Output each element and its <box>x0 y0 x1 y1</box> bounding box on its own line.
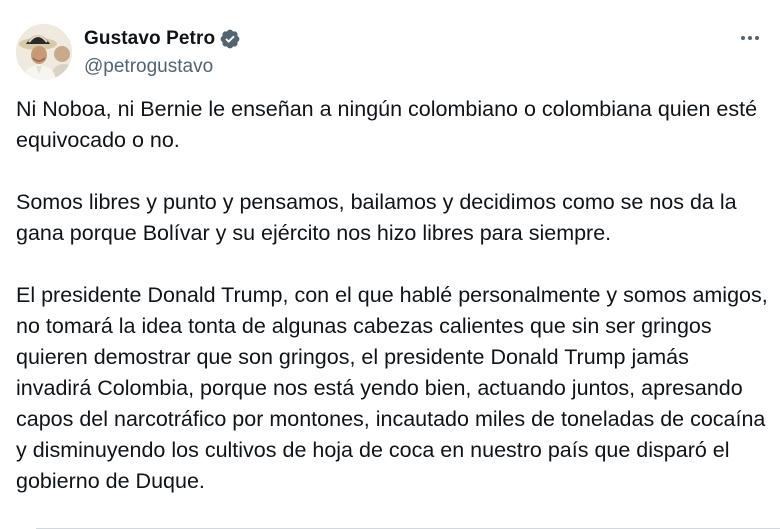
author-block: Gustavo Petro @petrogustavo <box>84 26 241 78</box>
avatar[interactable] <box>16 24 72 80</box>
handle[interactable]: @petrogustavo <box>84 56 241 78</box>
tweet-header: Gustavo Petro @petrogustavo <box>16 20 764 80</box>
name-row: Gustavo Petro <box>84 26 241 52</box>
verified-badge-icon <box>219 28 241 50</box>
tweet-paragraph: El presidente Donald Trump, con el que h… <box>16 283 774 493</box>
tweet-text: Ni Noboa, ni Bernie le enseñan a ningún … <box>16 94 770 497</box>
tweet-paragraph: Ni Noboa, ni Bernie le enseñan a ningún … <box>16 97 764 152</box>
more-options-icon[interactable] <box>738 28 762 48</box>
profile-photo <box>16 24 72 80</box>
tweet-card: Gustavo Petro @petrogustavo Ni Noboa, ni… <box>0 0 780 529</box>
display-name[interactable]: Gustavo Petro <box>84 28 215 50</box>
tweet-paragraph: Somos libres y punto y pensamos, bailamo… <box>16 190 743 245</box>
